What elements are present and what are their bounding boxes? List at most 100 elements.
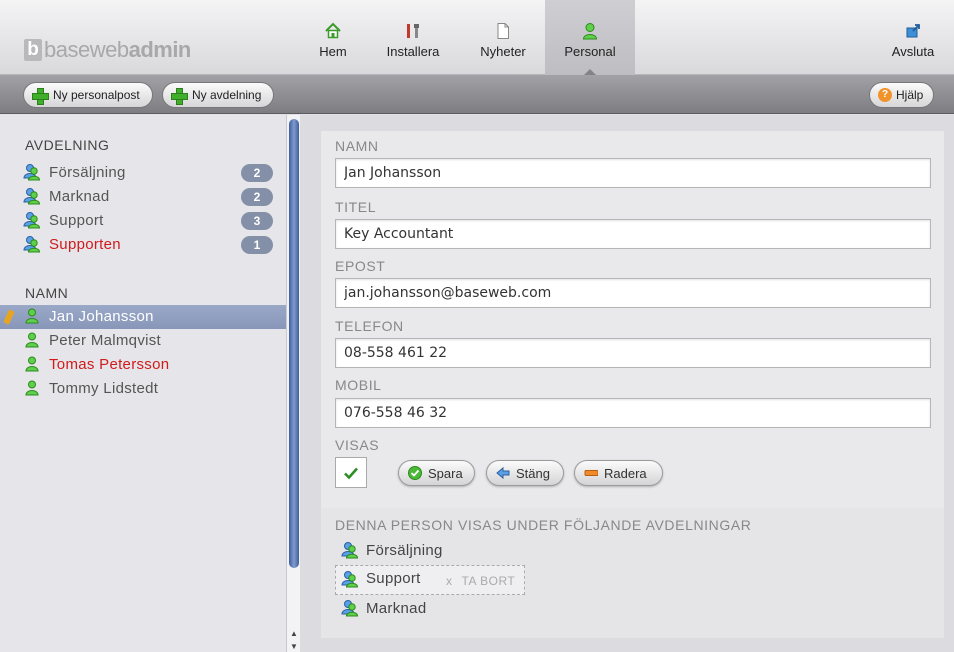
toolbar: Ny personalpost Ny avdelning ? Hjälp [0,75,954,114]
tools-icon [407,24,419,38]
visible-label: VISAS [335,437,380,453]
nav-personal[interactable]: Personal [545,0,635,76]
email-label: EPOST [335,258,386,274]
assigned-department-forsaljning[interactable]: Försäljning [335,537,525,567]
person-label: Tommy Lidstedt [49,380,159,397]
close-label: Stäng [516,465,550,481]
logo-text-light: baseweb [44,37,129,62]
assigned-department-support[interactable]: Support x TA BORT [335,565,525,595]
document-icon [497,23,509,39]
person-form: NAMN TITEL EPOST TELEFON MOBIL VISAS Spa… [321,131,944,508]
group-icon [23,212,41,229]
person-icon [25,356,39,372]
check-circle-icon [408,466,422,480]
new-person-label: Ny personalpost [53,88,140,102]
assigned-departments-panel: DENNA PERSON VISAS UNDER FÖLJANDE AVDELN… [321,508,944,638]
name-label: NAMN [335,138,379,154]
remove-label: TA BORT [461,574,516,588]
phone-input[interactable] [335,338,931,368]
help-label: Hjälp [896,88,924,102]
new-department-button[interactable]: Ny avdelning [162,82,275,108]
plus-icon [171,87,188,105]
nav-nyheter[interactable]: Nyheter [473,0,533,75]
departments-heading: AVDELNING [25,137,110,153]
sidebar-scrollbar[interactable]: ▲ ▼ [286,115,300,652]
scroll-thumb[interactable] [289,119,299,568]
nav-installera-label: Installera [386,44,440,59]
plus-icon [32,87,49,105]
delete-label: Radera [604,465,647,481]
minus-icon [584,470,598,476]
department-item-marknad[interactable]: Marknad 2 [0,185,286,209]
close-button[interactable]: Stäng [486,460,564,486]
person-item-tommy-lidstedt[interactable]: Tommy Lidstedt [0,377,286,401]
person-icon [25,308,39,324]
top-header: b baseweb admin Hem Installera Nyheter P… [0,0,954,76]
person-icon [25,332,39,348]
nav-avsluta-label: Avsluta [891,44,935,59]
save-button[interactable]: Spara [398,460,475,486]
help-button[interactable]: ? Hjälp [869,82,935,108]
email-input[interactable] [335,278,931,308]
assigned-department-label: Support [366,570,421,587]
name-input[interactable] [335,158,931,188]
person-icon [25,380,39,396]
department-label: Support [49,212,104,229]
mobile-input[interactable] [335,398,931,428]
title-label: TITEL [335,199,377,215]
visible-checkbox[interactable] [335,457,367,488]
remove-department-link[interactable]: x TA BORT [446,574,515,588]
logo-text-bold: admin [128,37,192,62]
names-heading: NAMN [25,285,69,301]
home-icon [325,22,341,39]
assigned-department-label: Marknad [366,600,427,617]
group-icon [23,236,41,253]
nav-personal-label: Personal [564,44,616,59]
department-label: Marknad [49,188,110,205]
assigned-departments-heading: DENNA PERSON VISAS UNDER FÖLJANDE AVDELN… [335,517,752,533]
group-icon [23,164,41,181]
group-icon [23,188,41,205]
nav-hem[interactable]: Hem [305,0,361,75]
person-icon [582,23,598,40]
person-label: Peter Malmqvist [49,332,162,349]
department-item-supporten[interactable]: Supporten 1 [0,233,286,257]
group-icon [341,542,359,559]
logout-icon [906,24,920,38]
logo-mark: b [24,39,42,61]
scroll-up-icon[interactable]: ▲ [290,629,298,638]
group-icon [341,571,359,588]
new-department-label: Ny avdelning [192,88,262,102]
nav-avsluta[interactable]: Avsluta [885,0,941,75]
scroll-down-icon[interactable]: ▼ [290,642,298,651]
person-item-tomas-petersson[interactable]: Tomas Petersson [0,353,286,377]
person-item-jan-johansson[interactable]: Jan Johansson [0,305,286,329]
department-item-support[interactable]: Support 3 [0,209,286,233]
nav-installera[interactable]: Installera [379,0,447,75]
department-item-forsaljning[interactable]: Försäljning 2 [0,161,286,185]
assigned-department-marknad[interactable]: Marknad [335,595,525,625]
person-label: Jan Johansson [49,308,154,325]
title-input[interactable] [335,219,931,249]
back-arrow-icon [496,466,510,480]
person-label: Tomas Petersson [49,356,170,373]
mobile-label: MOBIL [335,377,382,393]
baseweb-admin-logo: b baseweb admin [24,37,191,63]
count-badge: 2 [241,188,273,206]
nav-nyheter-label: Nyheter [480,44,526,59]
checkmark-icon [344,467,358,479]
count-badge: 2 [241,164,273,182]
new-person-button[interactable]: Ny personalpost [23,82,153,108]
remove-x-icon: x [446,574,453,588]
person-item-peter-malmqvist[interactable]: Peter Malmqvist [0,329,286,353]
assigned-department-label: Försäljning [366,542,443,559]
main-content: NAMN TITEL EPOST TELEFON MOBIL VISAS Spa… [300,115,954,652]
delete-button[interactable]: Radera [574,460,663,486]
department-label: Supporten [49,236,121,253]
pencil-icon [3,309,15,325]
department-label: Försäljning [49,164,126,181]
sidebar: AVDELNING Försäljning 2 Marknad 2 Suppor… [0,115,286,652]
help-icon: ? [878,88,892,102]
count-badge: 1 [241,236,273,254]
group-icon [341,600,359,617]
